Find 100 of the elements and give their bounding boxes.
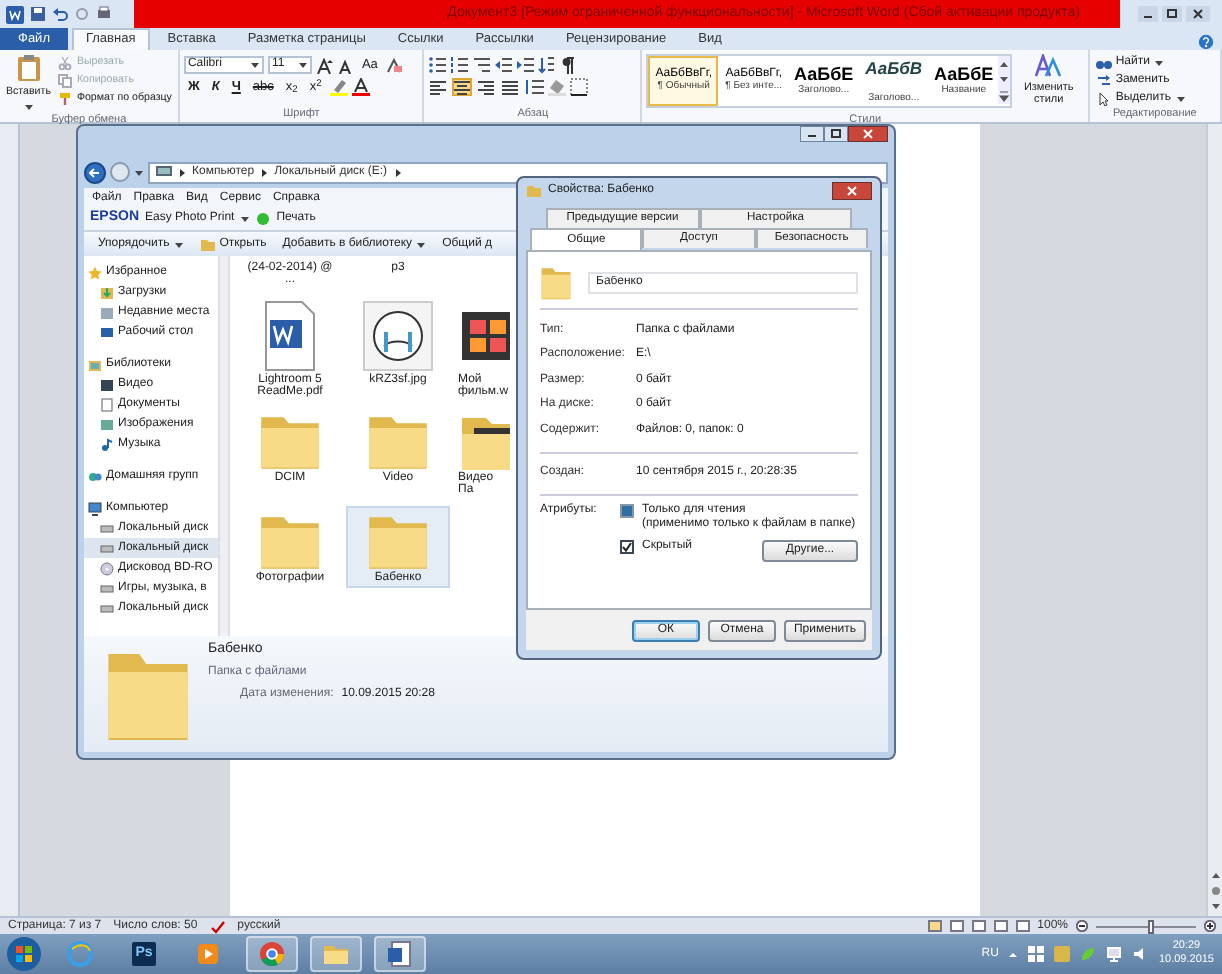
close-button[interactable] <box>832 182 872 200</box>
breadcrumb-arrow-icon <box>260 167 269 177</box>
scissors-icon <box>58 56 73 70</box>
start-button[interactable] <box>6 936 42 972</box>
align-right-button[interactable] <box>476 78 497 96</box>
caret-icon <box>1175 94 1186 104</box>
close-button[interactable] <box>1186 6 1210 22</box>
align-justify-icon <box>502 79 519 95</box>
font-color-icon[interactable] <box>351 78 370 96</box>
multilevel-list-icon[interactable] <box>472 56 491 74</box>
show-hidden-icons[interactable] <box>1008 949 1019 959</box>
caret-icon <box>23 102 34 113</box>
zoom-out-icon[interactable] <box>1076 920 1088 932</box>
taskbar-word-button[interactable] <box>374 936 426 972</box>
back-button[interactable] <box>84 161 106 183</box>
replace-icon <box>1095 74 1112 88</box>
web-layout-icon[interactable] <box>971 920 986 932</box>
document-icon <box>260 299 320 372</box>
style-sample: АаБбВ <box>865 57 923 78</box>
folder-icon <box>540 264 572 300</box>
download-folder-icon <box>100 285 114 299</box>
caret-icon <box>297 60 308 70</box>
clear-format-icon[interactable] <box>385 57 402 73</box>
grow-font-icon[interactable] <box>315 57 334 73</box>
network-icon[interactable] <box>1106 946 1123 962</box>
caret-icon <box>240 214 251 224</box>
binoculars-icon <box>1095 56 1112 70</box>
align-justify-button[interactable] <box>500 78 521 96</box>
pilcrow-icon[interactable] <box>560 56 577 74</box>
zoom-in-icon[interactable] <box>1204 920 1216 932</box>
previous-page-icon[interactable] <box>1209 870 1221 880</box>
next-page-icon[interactable] <box>1209 902 1221 912</box>
checkmark-icon <box>622 541 632 552</box>
globe-icon <box>66 940 94 968</box>
recent-pages-caret-icon[interactable] <box>134 167 144 177</box>
gallery-more-icon[interactable] <box>998 88 1011 104</box>
word-app-icon <box>6 5 24 23</box>
caret-icon <box>249 60 260 70</box>
music-note-icon <box>100 437 114 451</box>
chrome-icon <box>258 940 286 968</box>
sort-icon[interactable] <box>538 56 557 74</box>
star-icon <box>88 265 102 279</box>
decrease-indent-icon[interactable] <box>494 56 513 74</box>
print-layout-icon[interactable] <box>927 920 942 932</box>
library-icon <box>88 357 102 371</box>
photo-placeholder <box>362 299 434 372</box>
breadcrumb-arrow-icon <box>178 167 186 177</box>
align-center-icon <box>454 79 471 95</box>
undo-icon[interactable] <box>52 6 68 22</box>
outline-icon[interactable] <box>993 920 1008 932</box>
caret-icon <box>173 239 184 249</box>
browse-object-icon[interactable] <box>1209 886 1221 896</box>
computer-icon <box>88 501 102 515</box>
gallery-up-icon[interactable] <box>998 56 1011 72</box>
desktop-icon <box>100 325 114 339</box>
play-icon <box>194 940 222 968</box>
close-button[interactable] <box>848 126 888 142</box>
shrink-font-icon[interactable] <box>337 57 354 73</box>
save-icon[interactable] <box>30 6 46 22</box>
numbered-list-icon[interactable] <box>450 56 469 74</box>
reading-view-icon[interactable] <box>949 920 964 932</box>
maximize-button[interactable] <box>1162 6 1182 22</box>
homegroup-icon <box>88 469 102 483</box>
minimize-button[interactable] <box>1138 6 1158 22</box>
style-sample: АаБбЕ <box>794 64 854 85</box>
borders-icon[interactable] <box>570 78 589 96</box>
line-spacing-icon[interactable] <box>524 78 545 96</box>
computer-icon <box>156 166 172 178</box>
taskbar-chrome-button[interactable] <box>246 936 298 972</box>
draft-icon[interactable] <box>1015 920 1030 932</box>
proofing-icon[interactable] <box>209 919 226 933</box>
print-preview-icon[interactable] <box>96 6 112 22</box>
copy-icon <box>58 74 73 88</box>
change-styles-icon <box>1034 54 1063 78</box>
disc-drive-icon <box>100 561 114 575</box>
breadcrumb-arrow-icon <box>393 167 402 177</box>
help-icon[interactable] <box>1198 34 1214 50</box>
style-sample: АаБбЕ <box>934 64 994 85</box>
align-left-button[interactable] <box>428 78 449 96</box>
zoom-thumb[interactable] <box>1148 919 1154 933</box>
open-icon <box>199 237 216 251</box>
caret-icon <box>416 239 427 249</box>
caret-icon <box>1153 58 1164 68</box>
align-center-button[interactable] <box>452 78 473 96</box>
increase-indent-icon[interactable] <box>516 56 535 74</box>
align-left-icon <box>430 79 447 95</box>
zoom-slider[interactable] <box>1096 919 1196 933</box>
align-right-icon <box>478 79 495 95</box>
documents-icon <box>100 397 114 411</box>
gallery-down-icon[interactable] <box>998 72 1011 88</box>
volume-icon[interactable] <box>1132 946 1149 962</box>
video-library-icon <box>100 377 114 391</box>
pictures-icon <box>100 417 114 431</box>
maximize-button[interactable] <box>824 126 848 142</box>
minimize-button[interactable] <box>800 126 824 142</box>
bullet-list-icon[interactable] <box>428 56 447 74</box>
windows-flag-icon[interactable] <box>1028 946 1045 962</box>
checkbox[interactable] <box>620 539 634 554</box>
recent-places-icon <box>100 305 114 319</box>
folder-icon <box>322 940 350 968</box>
